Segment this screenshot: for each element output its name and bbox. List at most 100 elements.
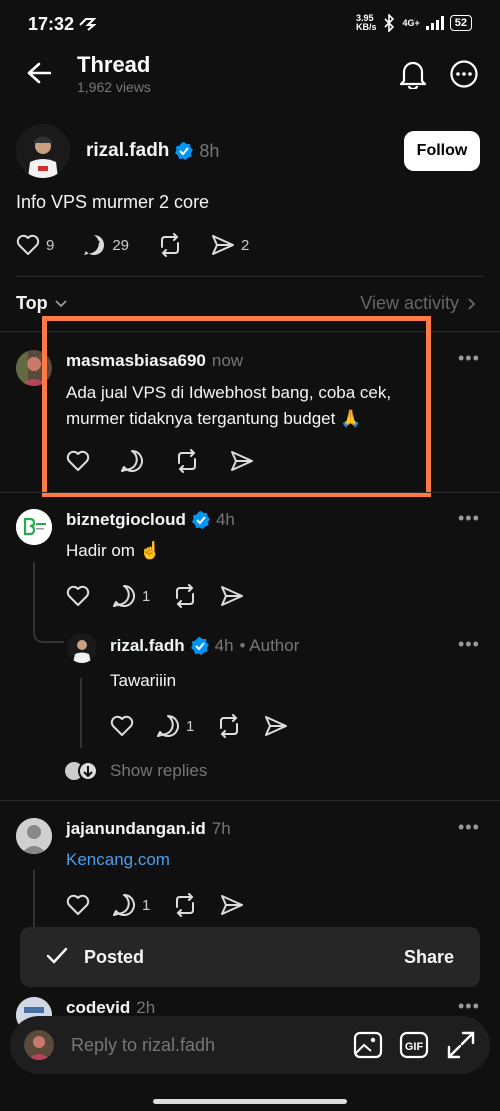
composer-avatar	[24, 1030, 54, 1060]
comment-icon	[113, 585, 135, 607]
repost-button[interactable]	[157, 233, 183, 257]
repost-icon	[161, 233, 180, 257]
author-tag: • Author	[239, 636, 300, 655]
verified-badge-icon	[190, 637, 209, 655]
send-icon[interactable]	[220, 585, 244, 607]
back-arrow-icon	[27, 62, 51, 84]
heart-icon	[16, 234, 40, 255]
reply-more-button[interactable]: •••	[458, 508, 480, 529]
comment-count: 1	[186, 717, 195, 735]
comment-button[interactable]: 1	[156, 714, 194, 738]
reply-username[interactable]: biznetgiocloud	[66, 510, 186, 530]
expand-icon[interactable]	[446, 1030, 476, 1060]
image-icon[interactable]	[353, 1031, 383, 1059]
reply-actions: 1	[66, 584, 244, 608]
reply-username[interactable]: jajanundangan.id	[66, 819, 206, 839]
toast-share-button[interactable]: Share	[404, 947, 454, 968]
toast-label: Posted	[84, 947, 145, 967]
chevron-right-icon	[468, 297, 476, 310]
avatar-image	[24, 1030, 54, 1060]
comment-count: 1	[142, 896, 151, 914]
reply-avatar[interactable]	[16, 509, 52, 545]
reply-avatar[interactable]	[67, 633, 97, 663]
reply-avatar[interactable]	[16, 818, 52, 854]
home-indicator[interactable]	[153, 1099, 347, 1104]
verified-badge-icon	[191, 511, 210, 529]
view-count: 1,962 views	[77, 79, 151, 95]
divider	[0, 492, 500, 493]
sort-dropdown[interactable]: Top	[16, 293, 68, 314]
network-type: 4G+	[402, 18, 420, 28]
share-count: 2	[241, 236, 250, 254]
repost-icon[interactable]	[216, 714, 242, 738]
notifications-button[interactable]	[397, 58, 429, 90]
comment-button[interactable]: 1	[112, 893, 150, 917]
comment-count: 1	[142, 587, 151, 605]
posted-toast: Posted Share	[20, 927, 480, 987]
threads-notification-icon	[79, 18, 96, 31]
send-icon	[212, 235, 235, 255]
status-bar: 17:32 3.95 KB/s 4G+ 52	[0, 0, 500, 48]
avatar-image	[67, 633, 97, 663]
post-actions: 9 29 2	[16, 233, 249, 257]
reply-text: Tawariiin	[110, 671, 177, 690]
comment-icon	[157, 715, 179, 737]
bell-icon	[399, 61, 427, 89]
reply-input-placeholder[interactable]: Reply to rizal.fadh	[71, 1035, 215, 1056]
more-options-button[interactable]	[448, 58, 480, 90]
reply-button[interactable]: 29	[82, 233, 129, 257]
gif-icon[interactable]: GIF	[399, 1031, 429, 1059]
svg-text:GIF: GIF	[405, 1041, 424, 1053]
repost-icon[interactable]	[172, 584, 198, 608]
reply-text: Hadir om ☝️	[66, 541, 161, 560]
reply-more-button[interactable]: •••	[458, 634, 480, 655]
reply-link[interactable]: Kencang.com	[66, 847, 170, 873]
share-button[interactable]: 2	[211, 234, 249, 256]
show-replies-label: Show replies	[110, 761, 208, 780]
reply-composer[interactable]: Reply to rizal.fadh GIF	[10, 1016, 490, 1074]
view-activity-label: View activity	[360, 293, 459, 313]
reply-username[interactable]: rizal.fadh	[110, 636, 185, 656]
post-author-avatar[interactable]	[16, 124, 70, 178]
biznet-logo-icon	[16, 509, 52, 545]
repost-icon[interactable]	[172, 893, 198, 917]
divider	[0, 800, 500, 801]
divider	[16, 276, 484, 277]
thread-line	[80, 678, 82, 748]
battery-level: 52	[449, 15, 472, 31]
reply-username[interactable]: codevid	[66, 998, 130, 1018]
comment-button[interactable]: 1	[112, 584, 150, 608]
post-time: 8h	[199, 140, 220, 161]
bluetooth-icon	[384, 14, 395, 32]
thread-line	[33, 870, 35, 930]
reply-actions: 1	[66, 893, 244, 917]
back-button[interactable]	[22, 58, 56, 88]
signal-icon	[425, 16, 444, 30]
reply-more-button[interactable]: •••	[458, 348, 480, 369]
reply-more-button[interactable]: •••	[458, 996, 480, 1017]
like-button[interactable]: 9	[16, 234, 54, 256]
post-author-username[interactable]: rizal.fadh	[86, 140, 169, 162]
view-activity-link[interactable]: View activity	[360, 293, 476, 314]
default-avatar-icon	[16, 818, 52, 854]
highlight-box	[42, 316, 431, 497]
reply-time: 4h	[214, 636, 234, 655]
show-replies-avatars-icon	[65, 761, 98, 781]
heart-icon[interactable]	[66, 894, 90, 916]
show-replies-button[interactable]: Show replies	[64, 760, 207, 782]
reply-time: 2h	[136, 998, 156, 1017]
send-icon[interactable]	[264, 715, 288, 737]
chevron-down-icon	[55, 299, 67, 307]
follow-button[interactable]: Follow	[404, 131, 480, 171]
reply-more-button[interactable]: •••	[458, 817, 480, 838]
status-time: 17:32	[28, 14, 75, 34]
send-icon[interactable]	[220, 894, 244, 916]
reply-time: 4h	[215, 510, 235, 529]
reply-actions: 1	[110, 714, 288, 738]
avatar-image	[16, 124, 70, 178]
reply-check-icon	[84, 235, 105, 255]
comment-icon	[113, 894, 135, 916]
reply-count: 29	[112, 236, 130, 254]
heart-icon[interactable]	[110, 715, 134, 737]
reply-time: 7h	[211, 819, 231, 838]
